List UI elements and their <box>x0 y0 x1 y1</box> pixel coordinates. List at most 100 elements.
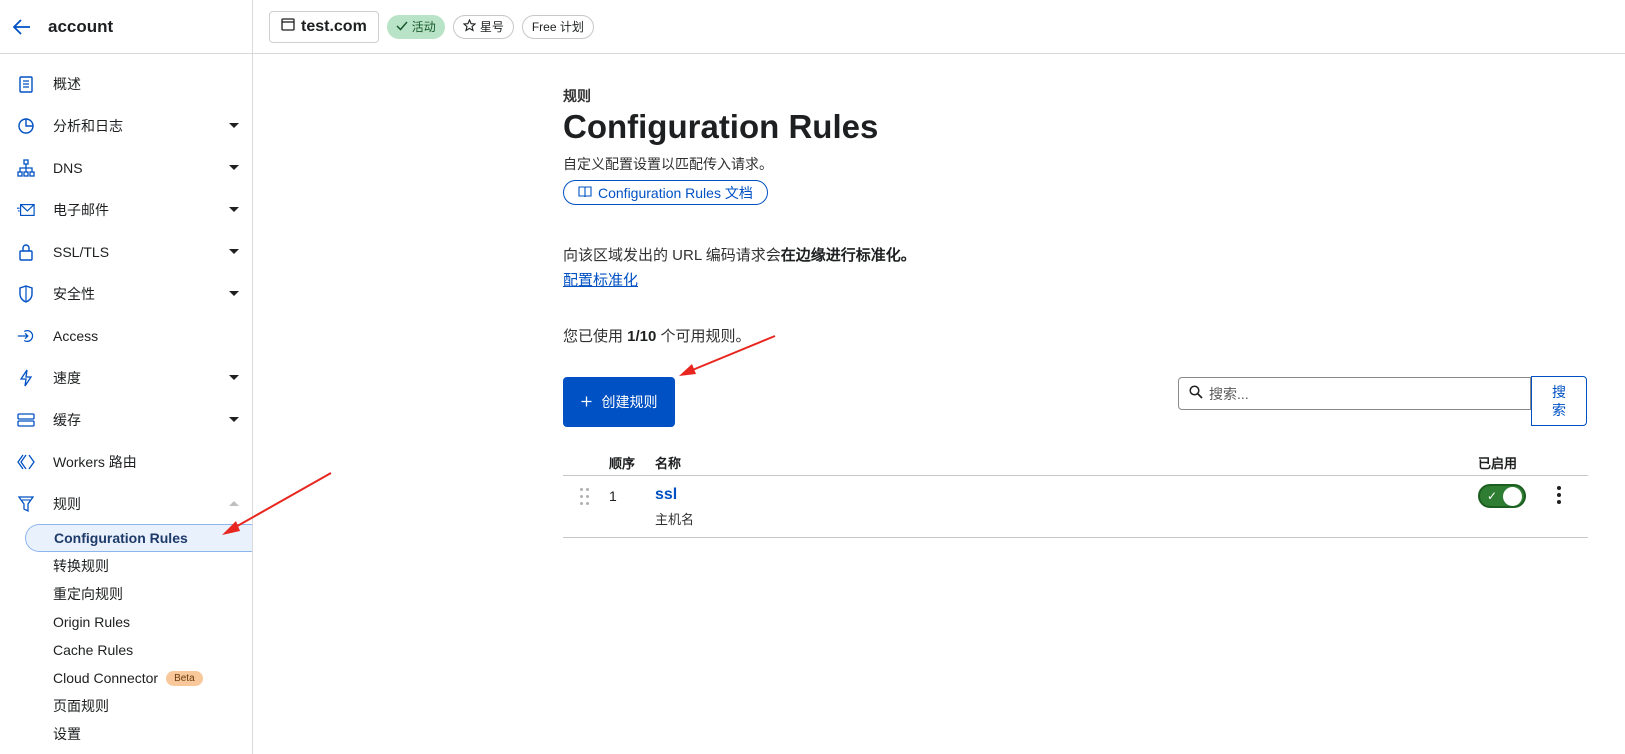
star-label: 星号 <box>479 20 504 34</box>
normalization-text: 向该区域发出的 URL 编码请求会在边缘进行标准化。 <box>563 244 916 265</box>
chevron-down-icon[interactable] <box>229 207 239 212</box>
sidebar-item-rules[interactable]: 规则 <box>0 483 252 525</box>
sidebar-nav: 概述 分析和日志 DNS 电子邮件 SSL/TLS 安全性 Access 速度 … <box>0 63 252 525</box>
table-row: 1 ssl 主机名 ✓ <box>563 476 1588 538</box>
chevron-down-icon[interactable] <box>229 375 239 380</box>
sidebar-item-dns[interactable]: DNS <box>0 147 252 189</box>
page-title: Configuration Rules <box>563 108 879 145</box>
beta-badge: Beta <box>166 670 203 686</box>
plus-icon <box>581 394 592 410</box>
create-rule-label: 创建规则 <box>601 394 658 410</box>
column-header-name: 名称 <box>655 456 682 471</box>
search-input[interactable]: 搜索... <box>1178 377 1531 410</box>
sidebar-item-label: 安全性 <box>53 286 95 302</box>
chevron-down-icon[interactable] <box>229 291 239 296</box>
domain-label: test.com <box>301 17 367 35</box>
column-header-enabled: 已启用 <box>1478 456 1518 471</box>
sidebar-subitem-transform-rules[interactable]: 转换规则 <box>0 552 252 580</box>
funnel-icon <box>17 495 35 513</box>
search-placeholder: 搜索... <box>1209 385 1249 402</box>
status-label: 活动 <box>411 20 436 34</box>
chevron-down-icon[interactable] <box>229 249 239 254</box>
star-icon <box>462 18 477 35</box>
sidebar-subitem-configuration-rules[interactable]: Configuration Rules <box>25 524 252 552</box>
rule-enabled-toggle[interactable]: ✓ <box>1478 484 1526 508</box>
sidebar-item-label: DNS <box>53 160 83 176</box>
star-button[interactable]: 星号 <box>452 14 514 39</box>
plan-badge[interactable]: Free 计划 <box>521 14 594 39</box>
sidebar-subitem-origin-rules[interactable]: Origin Rules <box>0 608 252 636</box>
workers-icon <box>17 453 35 471</box>
column-header-order: 顺序 <box>609 456 636 471</box>
back-arrow-icon[interactable] <box>12 17 32 37</box>
rule-subtitle: 主机名 <box>655 512 695 527</box>
chevron-down-icon[interactable] <box>229 165 239 170</box>
sidebar-item-label: 概述 <box>53 76 81 92</box>
usage-suffix: 个可用规则。 <box>656 328 751 345</box>
sidebar-header: account <box>0 0 252 54</box>
sidebar-item-label: Workers 路由 <box>53 454 137 470</box>
book-icon <box>578 185 592 201</box>
usage-text: 您已使用 1/10 个可用规则。 <box>563 325 751 346</box>
sidebar-subitem-cache-rules[interactable]: Cache Rules <box>0 636 252 664</box>
account-label[interactable]: account <box>48 17 113 37</box>
sidebar-item-label: Access <box>53 328 99 344</box>
sidebar-item-label: SSL/TLS <box>53 244 110 260</box>
lock-icon <box>17 243 35 261</box>
chevron-down-icon[interactable] <box>229 123 239 128</box>
rule-name-link[interactable]: ssl <box>655 486 677 504</box>
search-group: 搜索... 搜 索 <box>1178 376 1587 426</box>
drag-handle-icon[interactable] <box>580 488 590 508</box>
chevron-up-icon[interactable] <box>229 501 239 506</box>
rules-table: 顺序 名称 已启用 1 ssl 主机名 ✓ <box>563 444 1588 538</box>
sidebar-item-security[interactable]: 安全性 <box>0 273 252 315</box>
sidebar-item-ssl[interactable]: SSL/TLS <box>0 231 252 273</box>
create-rule-button[interactable]: 创建规则 <box>563 377 675 427</box>
normalization-bold: 在边缘进行标准化。 <box>780 247 916 264</box>
sidebar-item-label: 规则 <box>53 496 81 512</box>
rule-order: 1 <box>609 488 617 504</box>
main-content: 规则 Configuration Rules 自定义配置设置以匹配传入请求。 C… <box>563 86 1588 538</box>
sidebar-item-label: 缓存 <box>53 412 81 428</box>
sidebar-item-workers-routes[interactable]: Workers 路由 <box>0 441 252 483</box>
sidebar-subitem-settings[interactable]: 设置 <box>0 720 252 748</box>
mail-icon <box>17 201 35 219</box>
rules-submenu: Configuration Rules 转换规则 重定向规则 Origin Ru… <box>0 524 252 748</box>
docs-button[interactable]: Configuration Rules 文档 <box>563 180 768 205</box>
chevron-down-icon[interactable] <box>229 417 239 422</box>
sidebar-item-overview[interactable]: 概述 <box>0 63 252 105</box>
sidebar-item-analytics[interactable]: 分析和日志 <box>0 105 252 147</box>
sidebar-item-label: 分析和日志 <box>53 118 123 134</box>
sidebar-subitem-cloud-connector[interactable]: Cloud Connector Beta <box>0 664 252 692</box>
browser-window-icon <box>281 17 295 36</box>
docs-button-label: Configuration Rules 文档 <box>598 184 753 201</box>
sidebar-item-access[interactable]: Access <box>0 315 252 357</box>
usage-prefix: 您已使用 <box>563 328 628 345</box>
bolt-icon <box>17 369 35 387</box>
sidebar-item-email[interactable]: 电子邮件 <box>0 189 252 231</box>
normalization-prefix: 向该区域发出的 URL 编码请求会 <box>563 247 781 264</box>
usage-count: 1/10 <box>627 328 657 345</box>
page-eyebrow: 规则 <box>563 88 591 104</box>
sidebar-item-cache[interactable]: 缓存 <box>0 399 252 441</box>
sidebar-item-label: 电子邮件 <box>53 202 109 218</box>
checkmark-icon: ✓ <box>1487 489 1498 503</box>
shield-icon <box>17 285 35 303</box>
configure-normalization-link[interactable]: 配置标准化 <box>563 269 638 290</box>
search-icon <box>1189 385 1203 402</box>
search-button-label: 搜 索 <box>1552 384 1566 418</box>
cache-icon <box>17 411 35 429</box>
sidebar-subitem-page-rules[interactable]: 页面规则 <box>0 692 252 720</box>
sidebar-subitem-redirect-rules[interactable]: 重定向规则 <box>0 580 252 608</box>
access-icon <box>17 327 35 345</box>
sidebar-item-speed[interactable]: 速度 <box>0 357 252 399</box>
checkmark-icon <box>396 20 408 34</box>
sitemap-icon <box>17 159 35 177</box>
top-bar: test.com 活动 星号 Free 计划 <box>253 0 1625 54</box>
clipboard-icon <box>17 75 35 93</box>
search-button[interactable]: 搜 索 <box>1531 376 1587 426</box>
sidebar-item-label: 速度 <box>53 370 81 386</box>
sidebar-subitem-label: Cloud Connector <box>53 670 159 686</box>
domain-selector[interactable]: test.com <box>269 10 379 43</box>
more-options-icon[interactable] <box>1556 486 1562 506</box>
